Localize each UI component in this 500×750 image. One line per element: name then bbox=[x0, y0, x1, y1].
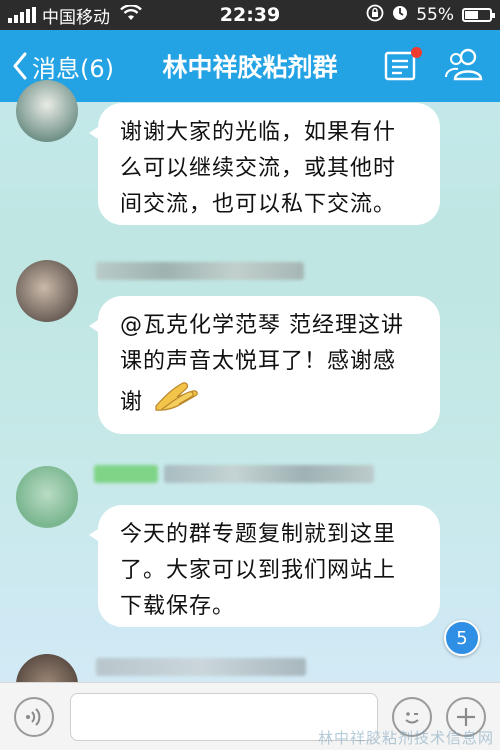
signal-icon bbox=[8, 7, 36, 23]
message-text: 今天的群专题复制就到这里了。大家可以到我们网站上下载保存。 bbox=[120, 522, 397, 619]
back-label: 消息(6) bbox=[32, 54, 114, 83]
plus-icon bbox=[457, 708, 475, 726]
battery-percent: 55% bbox=[416, 5, 454, 25]
group-members-button[interactable] bbox=[444, 47, 486, 85]
status-bar: 中国移动 22:39 55% bbox=[0, 0, 500, 30]
sender-badge bbox=[94, 465, 158, 483]
rotation-lock-icon bbox=[366, 4, 384, 27]
avatar[interactable] bbox=[16, 80, 78, 142]
watermark: 林中祥胶粘剂技术信息网 bbox=[317, 729, 494, 747]
group-members-icon bbox=[445, 48, 483, 81]
wifi-icon bbox=[120, 3, 142, 26]
back-button[interactable]: 消息(6) bbox=[0, 49, 114, 84]
avatar[interactable] bbox=[16, 466, 78, 528]
avatar[interactable] bbox=[16, 260, 78, 322]
chat-bubble[interactable]: 今天的群专题复制就到这里了。大家可以到我们网站上下载保存。 bbox=[89, 505, 440, 627]
sender-name bbox=[164, 465, 374, 483]
alarm-icon bbox=[392, 5, 408, 26]
applause-icon bbox=[153, 380, 203, 426]
nav-bar: 消息(6) 林中祥胶粘剂群 bbox=[0, 30, 500, 102]
input-bar: 林中祥胶粘剂技术信息网 bbox=[0, 682, 500, 750]
voice-icon bbox=[26, 708, 41, 726]
unread-count-badge[interactable]: 5 bbox=[444, 620, 480, 656]
back-chevron-icon bbox=[13, 52, 27, 80]
carrier-name: 中国移动 bbox=[42, 7, 110, 28]
sender-name bbox=[96, 262, 304, 280]
battery-icon bbox=[462, 8, 495, 22]
message-text: 谢谢大家的光临，如果有什么可以继续交流，或其他时间交流，也可以私下交流。 bbox=[120, 120, 397, 217]
notification-dot bbox=[411, 47, 422, 58]
voice-button[interactable] bbox=[14, 697, 54, 737]
group-notice-button[interactable] bbox=[384, 47, 422, 81]
chat-bubble[interactable]: 谢谢大家的光临，如果有什么可以继续交流，或其他时间交流，也可以私下交流。 bbox=[89, 103, 440, 225]
sender-name bbox=[96, 658, 306, 676]
chat-bubble[interactable]: @瓦克化学范琴 范经理这讲课的声音太悦耳了！感谢感谢 bbox=[89, 296, 440, 434]
